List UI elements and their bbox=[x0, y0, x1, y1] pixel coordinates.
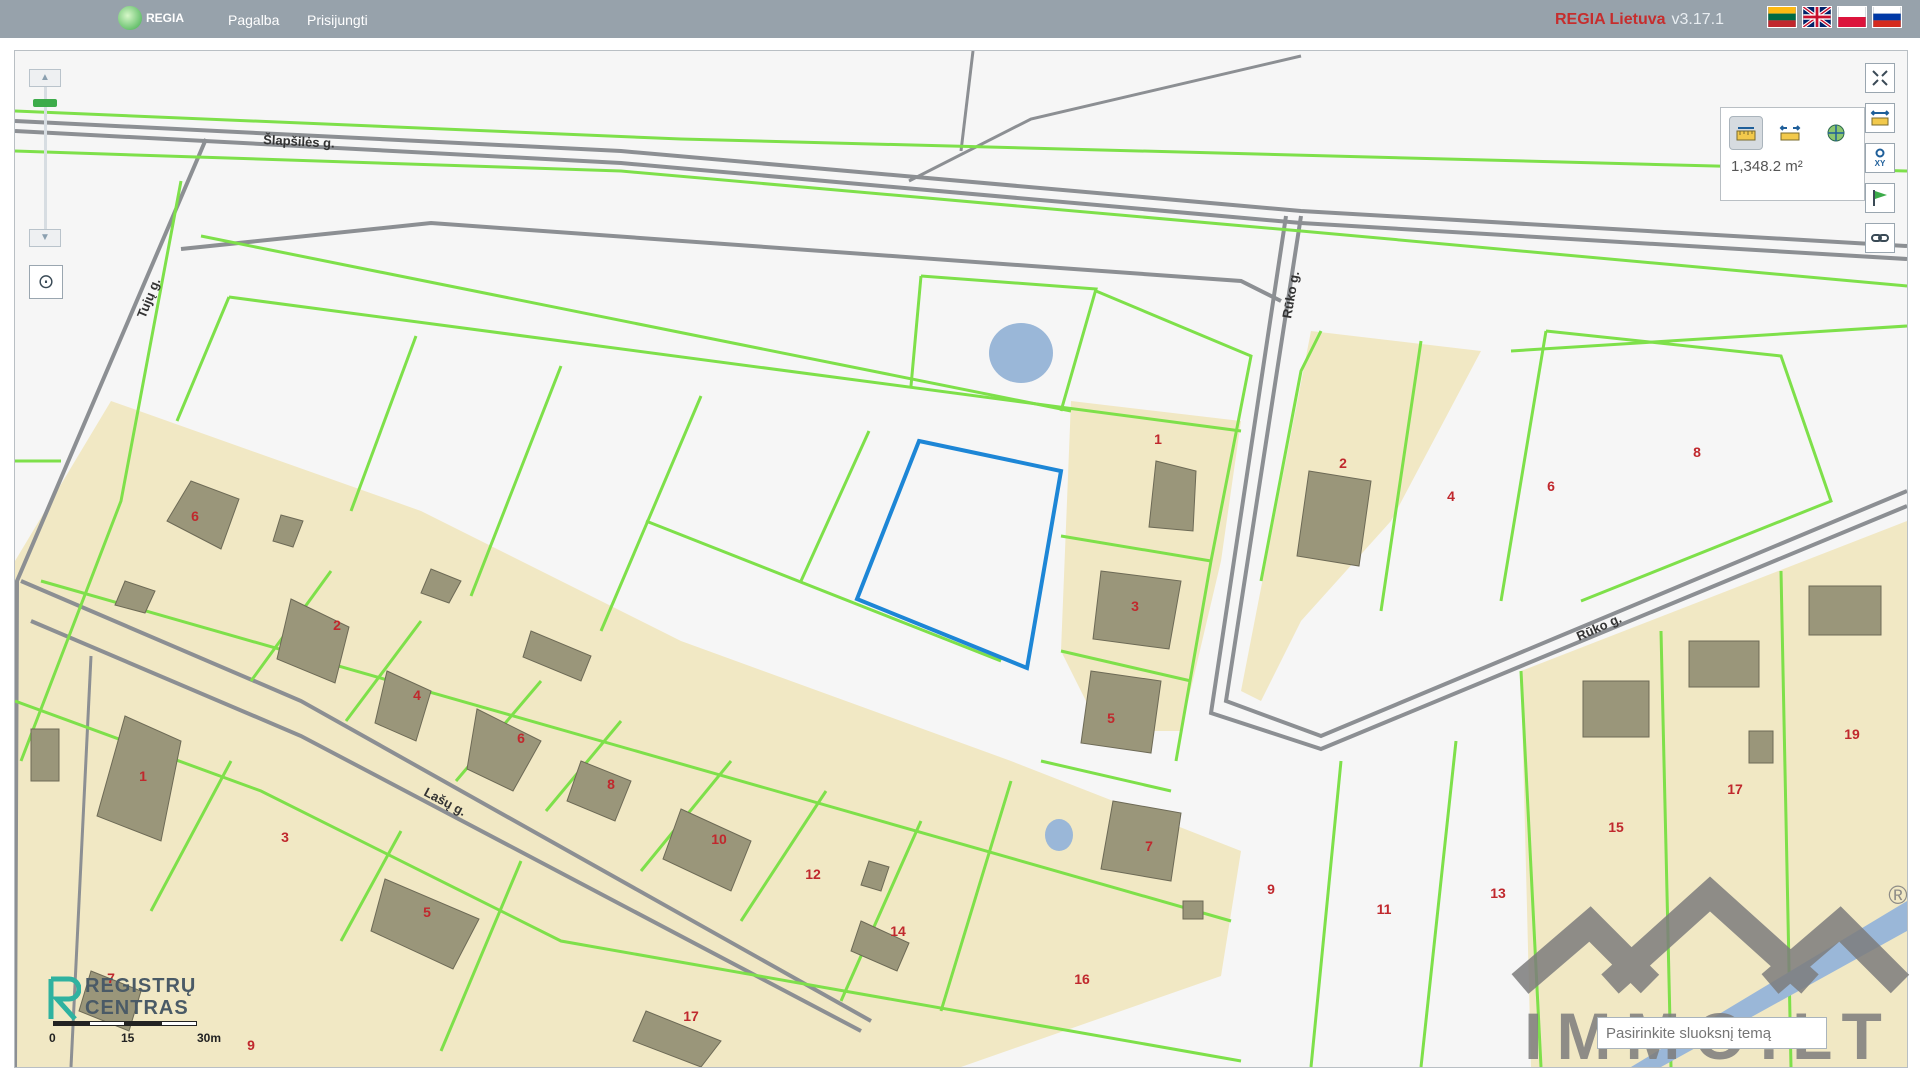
parcel-number: 2 bbox=[1339, 455, 1347, 471]
link-icon bbox=[1871, 234, 1889, 242]
parcel-number: 9 bbox=[1267, 881, 1275, 897]
parcel-number: 19 bbox=[1844, 726, 1860, 742]
zoom-slider-track[interactable] bbox=[44, 87, 47, 229]
parcel-number: 2 bbox=[333, 617, 341, 633]
zoom-out-button[interactable]: ▼ bbox=[29, 229, 61, 247]
parcel-number: 14 bbox=[890, 923, 906, 939]
scale-label: 0 bbox=[49, 1031, 56, 1045]
app-version: v3.17.1 bbox=[1671, 11, 1724, 28]
zoom-slider-handle[interactable] bbox=[33, 99, 57, 107]
poland-flag[interactable] bbox=[1837, 6, 1867, 28]
crosshair-icon: ⊙ bbox=[37, 271, 55, 293]
parcel-number: 6 bbox=[1547, 478, 1555, 494]
scale-segment bbox=[161, 1021, 197, 1026]
parcel-number: 13 bbox=[1490, 885, 1506, 901]
parcel-number: 3 bbox=[1131, 598, 1139, 614]
parcel-number: 17 bbox=[683, 1008, 699, 1024]
brand-name: REGIA Lietuva bbox=[1554, 11, 1666, 28]
parcel-number: 4 bbox=[1447, 488, 1455, 504]
regia-logo-icon bbox=[118, 6, 142, 30]
fullscreen-button[interactable] bbox=[1865, 63, 1895, 93]
measure-panel: 1,348.2 m² bbox=[1720, 107, 1865, 201]
xy-coordinates-icon: XY bbox=[1875, 148, 1886, 168]
nav-login-link[interactable]: Prisijungti bbox=[307, 12, 368, 28]
lithuania-flag[interactable] bbox=[1767, 6, 1797, 28]
parcel-number: 1 bbox=[1154, 431, 1162, 447]
measure-result: 1,348.2 m² bbox=[1731, 158, 1803, 175]
measure-coordinates-button[interactable] bbox=[1819, 116, 1853, 150]
parcel-number: 5 bbox=[1107, 710, 1115, 726]
scale-segment bbox=[89, 1021, 125, 1026]
parcel-number: 8 bbox=[1693, 444, 1701, 460]
parcel-number: 7 bbox=[1145, 838, 1153, 854]
selected-parcel[interactable] bbox=[854, 438, 1064, 671]
parcel-number: 12 bbox=[805, 866, 821, 882]
registered-mark: ® bbox=[1888, 880, 1907, 910]
registru-line2: CENTRAS bbox=[85, 997, 189, 1019]
layer-search-input[interactable] bbox=[1597, 1017, 1827, 1049]
regia-logo[interactable]: REGIA bbox=[118, 6, 184, 30]
coordinates-button[interactable]: XY bbox=[1865, 143, 1895, 173]
brand-title: REGIA Lietuva v3.17.1 bbox=[1555, 11, 1724, 29]
parcel-number: 17 bbox=[1727, 781, 1743, 797]
fullscreen-icon bbox=[1872, 70, 1888, 86]
uk-flag[interactable] bbox=[1802, 6, 1832, 28]
parcel-number: 6 bbox=[191, 508, 199, 524]
parcel-number: 3 bbox=[281, 829, 289, 845]
measure-distance-button[interactable] bbox=[1773, 116, 1807, 150]
logo-text: REGIA bbox=[146, 11, 185, 25]
locate-me-button[interactable]: ⊙ bbox=[29, 265, 63, 299]
scale-segment bbox=[53, 1021, 89, 1026]
area-ruler-icon bbox=[1736, 127, 1756, 141]
parcel-number: 1 bbox=[139, 768, 147, 784]
flag-button[interactable] bbox=[1865, 183, 1895, 213]
street-label: Rūko g. bbox=[1279, 270, 1302, 320]
nav-help-link[interactable]: Pagalba bbox=[228, 12, 279, 28]
scale-segment bbox=[125, 1021, 161, 1026]
street-label: Šlapšilės g. bbox=[263, 132, 335, 151]
flag-icon bbox=[1873, 190, 1887, 206]
distance-ruler-icon bbox=[1779, 125, 1801, 141]
parcel-number: 6 bbox=[517, 730, 525, 746]
scale-label: 15 bbox=[121, 1031, 135, 1045]
registru-centras-logo: REGISTRŲ CENTRAS bbox=[47, 975, 196, 1021]
parcel-number: 10 bbox=[711, 831, 727, 847]
top-bar: REGIA Pagalba Prisijungti REGIA Lietuva v… bbox=[0, 0, 1920, 38]
language-flags bbox=[1767, 6, 1902, 28]
scale-label: 30m bbox=[197, 1031, 222, 1045]
registru-logo-icon bbox=[48, 976, 81, 1021]
parcel-number: 8 bbox=[607, 776, 615, 792]
parcel-number: 15 bbox=[1608, 819, 1624, 835]
parcel-number: 16 bbox=[1074, 971, 1090, 987]
zoom-in-button[interactable]: ▲ bbox=[29, 69, 61, 87]
russia-flag[interactable] bbox=[1872, 6, 1902, 28]
parcel-number: 5 bbox=[423, 904, 431, 920]
link-button[interactable] bbox=[1865, 223, 1895, 253]
registru-line1: REGISTRŲ bbox=[85, 975, 197, 997]
parcel-number: 11 bbox=[1377, 901, 1392, 917]
parcel-number: 9 bbox=[247, 1037, 255, 1053]
svg-text:XY: XY bbox=[1875, 159, 1886, 168]
measure-area-button[interactable] bbox=[1729, 116, 1763, 150]
measure-icon bbox=[1870, 110, 1890, 126]
parcel-number: 4 bbox=[413, 687, 421, 703]
measure-tool-button[interactable] bbox=[1865, 103, 1895, 133]
globe-icon bbox=[1827, 124, 1845, 142]
